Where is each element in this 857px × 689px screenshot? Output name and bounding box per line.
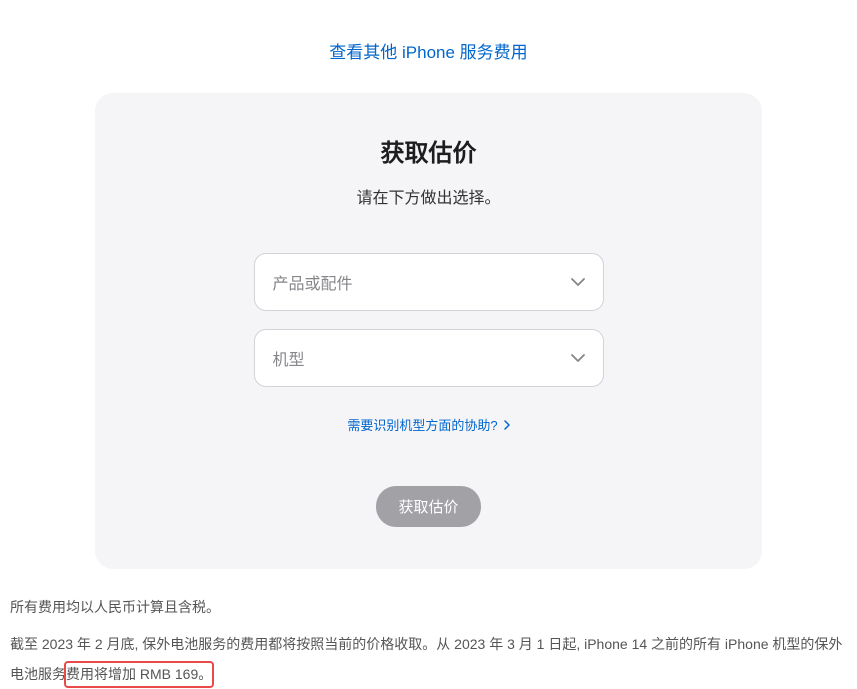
footer-text: 所有费用均以人民币计算且含税。 截至 2023 年 2 月底, 保外电池服务的费…: [0, 569, 857, 689]
button-row: 获取估价: [125, 486, 732, 527]
estimate-card: 获取估价 请在下方做出选择。 产品或配件 机型 需要识别机型方面的协助? 获取估…: [95, 93, 762, 569]
model-select[interactable]: 机型: [254, 329, 604, 387]
product-select-placeholder: 产品或配件: [273, 270, 353, 294]
identify-model-help-link[interactable]: 需要识别机型方面的协助?: [347, 415, 509, 434]
footer-line-2b: 费用将增加 RMB 169。: [66, 666, 212, 682]
footer-line-2: 截至 2023 年 2 月底, 保外电池服务的费用都将按照当前的价格收取。从 2…: [10, 630, 847, 689]
other-services-link[interactable]: 查看其他 iPhone 服务费用: [329, 43, 527, 62]
get-estimate-button[interactable]: 获取估价: [376, 486, 480, 527]
chevron-down-icon: [571, 354, 585, 362]
top-link-container: 查看其他 iPhone 服务费用: [0, 0, 857, 93]
help-link-label: 需要识别机型方面的协助?: [347, 415, 497, 434]
model-select-placeholder: 机型: [273, 346, 305, 370]
price-increase-highlight: 费用将增加 RMB 169。: [66, 666, 212, 682]
footer-line-1: 所有费用均以人民币计算且含税。: [10, 593, 847, 622]
card-subtitle: 请在下方做出选择。: [125, 184, 732, 208]
product-select[interactable]: 产品或配件: [254, 253, 604, 311]
chevron-right-icon: [504, 420, 510, 430]
card-title: 获取估价: [125, 133, 732, 168]
chevron-down-icon: [571, 278, 585, 286]
